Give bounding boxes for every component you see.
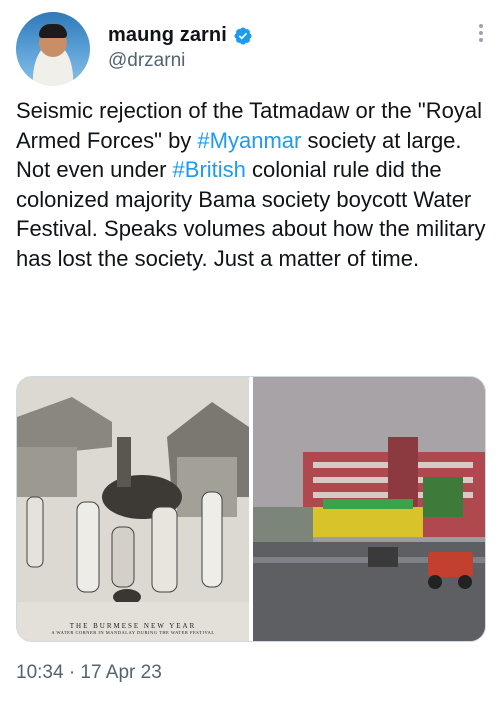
media-image-etching[interactable]: THE BURMESE NEW YEAR A WATER CORNER IN M…: [17, 377, 249, 641]
festival-photo: [253, 377, 485, 641]
hashtag-myanmar-link[interactable]: #Myanmar: [197, 128, 301, 153]
etching-caption-subtitle: A WATER CORNER IN MANDALAY DURING THE WA…: [51, 630, 215, 635]
avatar[interactable]: [16, 12, 90, 86]
author-name-row: maung zarni: [108, 24, 253, 47]
etching-caption: THE BURMESE NEW YEAR A WATER CORNER IN M…: [17, 622, 249, 635]
display-name[interactable]: maung zarni: [108, 24, 227, 47]
tweet-text: Seismic rejection of the Tatmadaw or the…: [16, 96, 486, 274]
media-grid: THE BURMESE NEW YEAR A WATER CORNER IN M…: [16, 376, 486, 642]
hashtag-british-link[interactable]: #British: [173, 157, 246, 182]
tweet-timestamp[interactable]: 10:34 · 17 Apr 23: [16, 662, 162, 684]
media-image-festival-photo[interactable]: [253, 377, 485, 641]
avatar-hair: [39, 24, 67, 38]
etching-caption-title: THE BURMESE NEW YEAR: [69, 622, 197, 630]
etching-illustration: [17, 377, 249, 641]
more-options-icon[interactable]: [479, 24, 483, 42]
verified-badge-icon: [234, 26, 252, 45]
author-handle[interactable]: @drzarni: [108, 50, 185, 72]
